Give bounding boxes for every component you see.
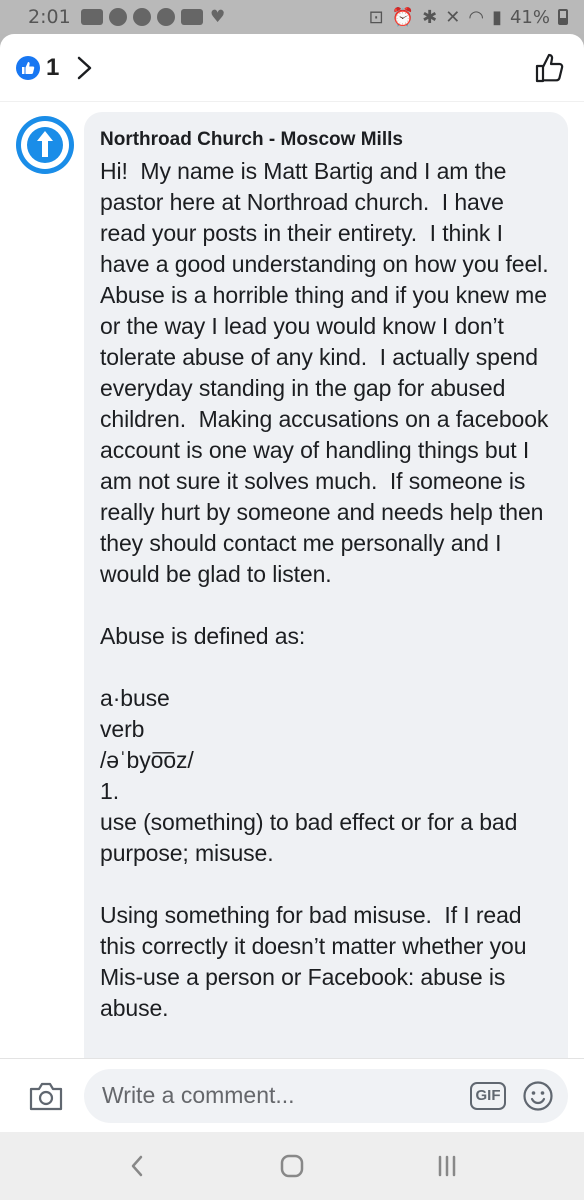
system-status: ⊡ ⏰ ✱ ✕ ◠ ▮ 41% — [369, 7, 568, 28]
back-icon — [132, 1155, 143, 1177]
comment-author[interactable]: Northroad Church - Moscow Mills — [100, 128, 552, 152]
comment-bubble: Northroad Church - Moscow Mills Hi! My n… — [84, 112, 568, 1112]
bluetooth-icon: ✱ — [422, 6, 438, 28]
comment-body: Hi! My name is Matt Bartig and I am the … — [100, 158, 549, 1021]
status-bar: 2:01 ♥ ⊡ ⏰ ✱ ✕ ◠ ▮ 41% — [0, 0, 584, 34]
home-button[interactable] — [272, 1146, 312, 1186]
chevron-right-icon[interactable] — [71, 53, 97, 83]
notification-icons: ♥ — [80, 7, 227, 27]
signal-icon: ▮ — [492, 6, 502, 28]
comment-composer: Write a comment... GIF — [0, 1058, 584, 1132]
avatar[interactable] — [16, 116, 74, 174]
camera-icon[interactable] — [28, 1080, 64, 1112]
wifi-icon: ◠ — [468, 6, 485, 28]
avatar-logo — [21, 121, 69, 169]
emoji-icon[interactable] — [522, 1080, 554, 1112]
comment-input-placeholder: Write a comment... — [102, 1082, 295, 1108]
comment-input[interactable]: Write a comment... GIF — [84, 1068, 568, 1123]
like-icon — [16, 55, 40, 80]
home-icon — [280, 1154, 304, 1178]
comment-thread: Northroad Church - Moscow Mills Hi! My n… — [0, 102, 584, 1112]
back-button[interactable] — [117, 1146, 157, 1186]
android-nav-bar — [0, 1132, 584, 1200]
thumbs-up-outline-icon[interactable] — [534, 52, 566, 84]
reaction-count: 1 — [46, 53, 60, 81]
mute-icon: ✕ — [445, 6, 461, 28]
heart-notification-icon: ♥ — [210, 7, 226, 27]
nfc-icon: ⊡ — [368, 6, 384, 28]
app-notification-icon — [156, 8, 175, 26]
recents-button[interactable] — [427, 1146, 467, 1186]
battery-percent: 41% — [509, 6, 550, 28]
battery-icon — [558, 9, 568, 25]
sale-notification-icon — [180, 9, 203, 25]
comments-sheet: 1 Northroad Church - Moscow Mills Hi! My… — [0, 34, 584, 1132]
reactions-row[interactable]: 1 — [0, 34, 584, 102]
facebook-notification-icon — [132, 8, 151, 26]
alarm-icon: ⏰ — [391, 6, 415, 28]
recents-icon — [438, 1155, 455, 1177]
cnn-notification-icon — [80, 9, 103, 25]
status-time: 2:01 — [28, 6, 71, 28]
messenger-notification-icon — [108, 8, 127, 26]
gif-icon[interactable]: GIF — [470, 1081, 506, 1110]
